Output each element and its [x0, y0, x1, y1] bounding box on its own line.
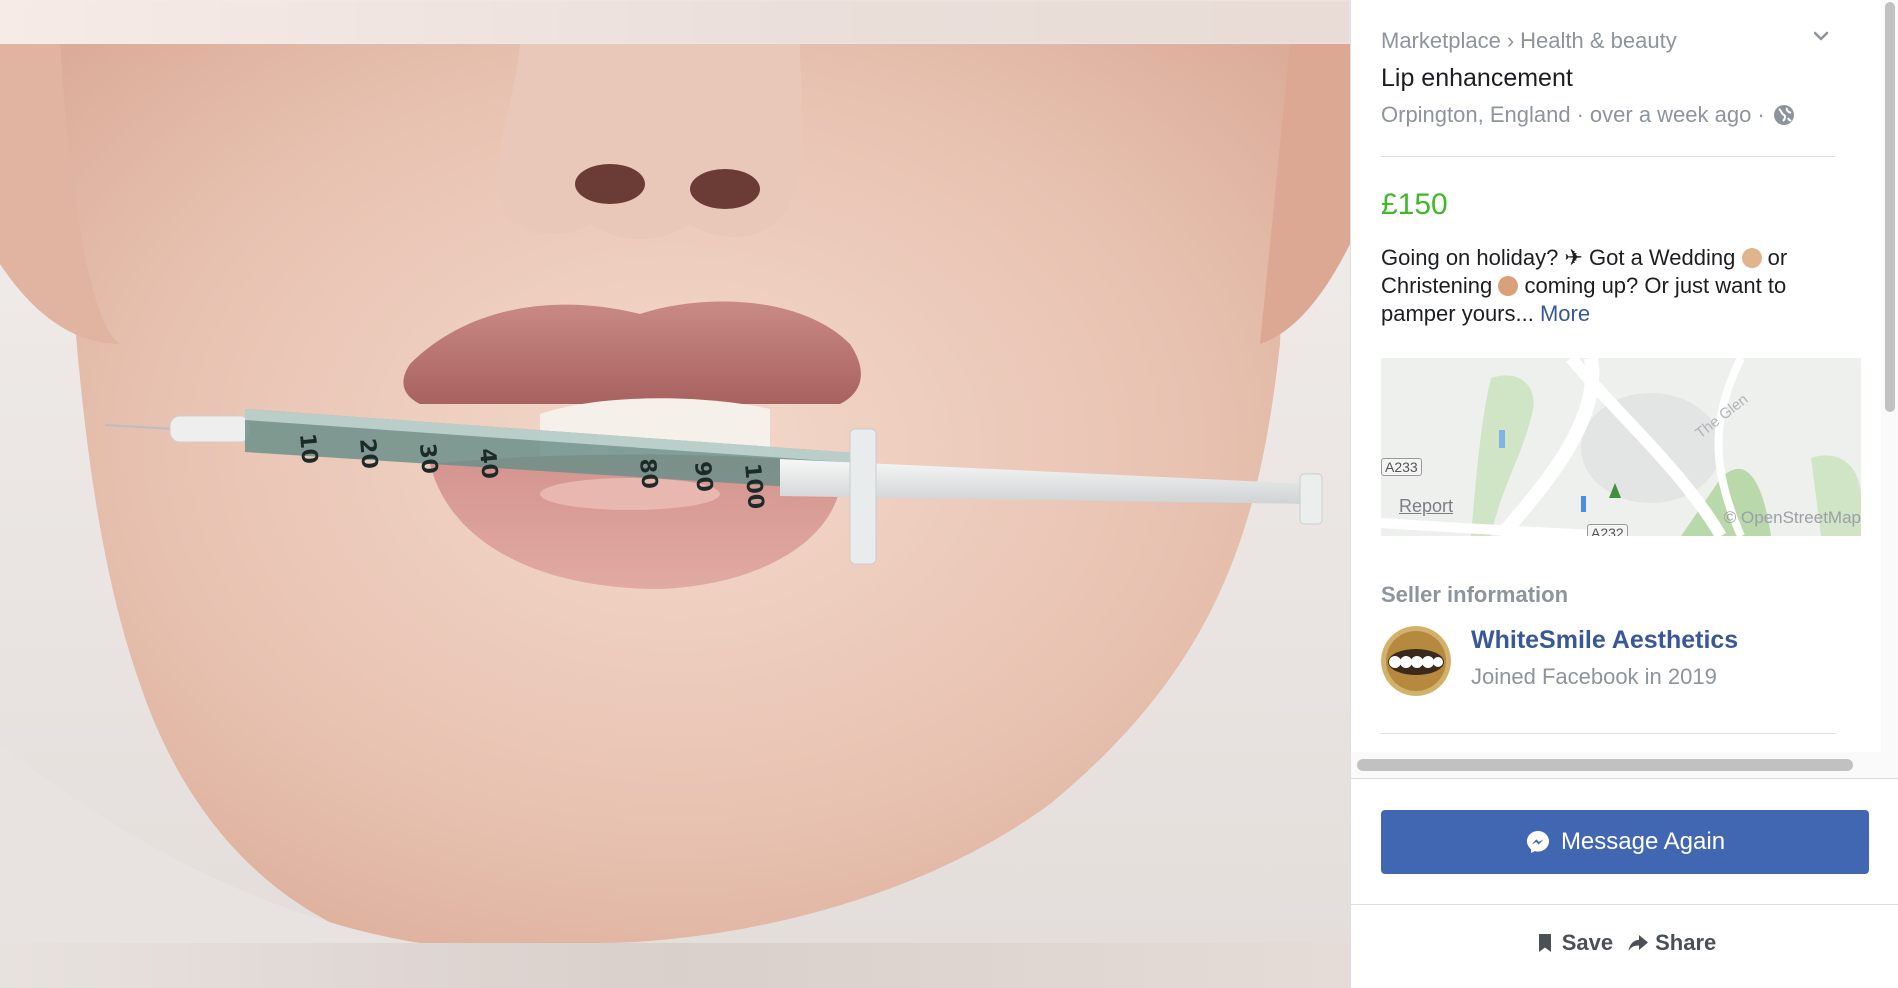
footer-divider [1351, 904, 1898, 905]
description-text: Going on holiday? ✈ Got a Wedding [1381, 245, 1736, 270]
more-link[interactable]: More [1540, 301, 1590, 326]
photo-blur-strip-top [0, 0, 1350, 44]
listing-meta: Orpington, England · over a week ago · [1381, 102, 1795, 128]
meta-dot: · [1757, 102, 1765, 127]
globe-icon [1773, 105, 1794, 125]
svg-text:20: 20 [354, 437, 382, 470]
horizontal-scrollbar-thumb[interactable] [1357, 759, 1853, 771]
bride-emoji-icon [1741, 248, 1762, 268]
breadcrumb-separator: › [1506, 28, 1515, 53]
breadcrumb-marketplace[interactable]: Marketplace [1381, 28, 1501, 53]
map-attribution[interactable]: © OpenStreetMap [1724, 508, 1861, 528]
listing-price: £150 [1381, 188, 1448, 221]
footer-actions: Save Share [1351, 930, 1898, 956]
share-button[interactable]: Share [1627, 930, 1716, 956]
breadcrumb: Marketplace › Health & beauty [1381, 28, 1677, 54]
svg-text:10: 10 [294, 432, 322, 465]
map-report-link[interactable]: Report [1399, 496, 1453, 517]
svg-text:100: 100 [739, 462, 768, 510]
seller-joined-text: Joined Facebook in 2019 [1471, 664, 1717, 689]
chevron-down-icon[interactable] [1809, 24, 1833, 48]
seller-name-link[interactable]: WhiteSmile Aesthetics [1471, 626, 1738, 655]
baby-emoji-icon [1498, 276, 1519, 296]
message-again-button[interactable]: Message Again [1381, 810, 1869, 874]
location-map[interactable]: A233 A232 The Glen Report © OpenStreetMa… [1381, 358, 1861, 536]
svg-text:90: 90 [689, 460, 717, 493]
listing-location[interactable]: Orpington, England [1381, 102, 1571, 128]
message-again-label: Message Again [1560, 828, 1726, 855]
seller-info-heading: Seller information [1381, 582, 1569, 607]
divider [1381, 156, 1835, 157]
save-label: Save [1561, 930, 1614, 955]
share-label: Share [1655, 930, 1717, 955]
breadcrumb-category[interactable]: Health & beauty [1520, 28, 1677, 53]
vertical-scrollbar-thumb[interactable] [1885, 2, 1895, 412]
horizontal-scrollbar[interactable] [1351, 752, 1898, 779]
lip-syringe-photo[interactable]: 10 20 30 40 80 90 100 [0, 44, 1350, 943]
map-road-label: A232 [1587, 524, 1628, 536]
map-road-label: A233 [1381, 458, 1422, 476]
share-arrow-icon [1628, 935, 1649, 951]
svg-text:40: 40 [474, 447, 502, 480]
listing-details-scroll[interactable]: Marketplace › Health & beauty Lip enhancem… [1351, 0, 1881, 752]
bookmark-icon [1538, 934, 1551, 952]
listing-posted-time: over a week ago [1589, 102, 1752, 127]
messenger-icon [1526, 831, 1549, 853]
photo-blur-strip-bottom [0, 943, 1350, 988]
divider [1381, 733, 1835, 734]
listing-description: Going on holiday? ✈ Got a Wedding or Chr… [1381, 244, 1841, 328]
seller-avatar[interactable] [1381, 626, 1451, 696]
vertical-scrollbar[interactable] [1881, 0, 1898, 752]
avatar-image [1381, 626, 1451, 696]
svg-text:80: 80 [634, 457, 662, 490]
listing-photo-pane: 10 20 30 40 80 90 100 [0, 0, 1350, 988]
listing-info-panel: Marketplace › Health & beauty Lip enhancem… [1350, 0, 1898, 988]
listing-title: Lip enhancement [1381, 64, 1573, 92]
svg-text:30: 30 [414, 442, 442, 475]
meta-dot: · [1576, 102, 1584, 127]
save-button[interactable]: Save [1534, 930, 1613, 956]
